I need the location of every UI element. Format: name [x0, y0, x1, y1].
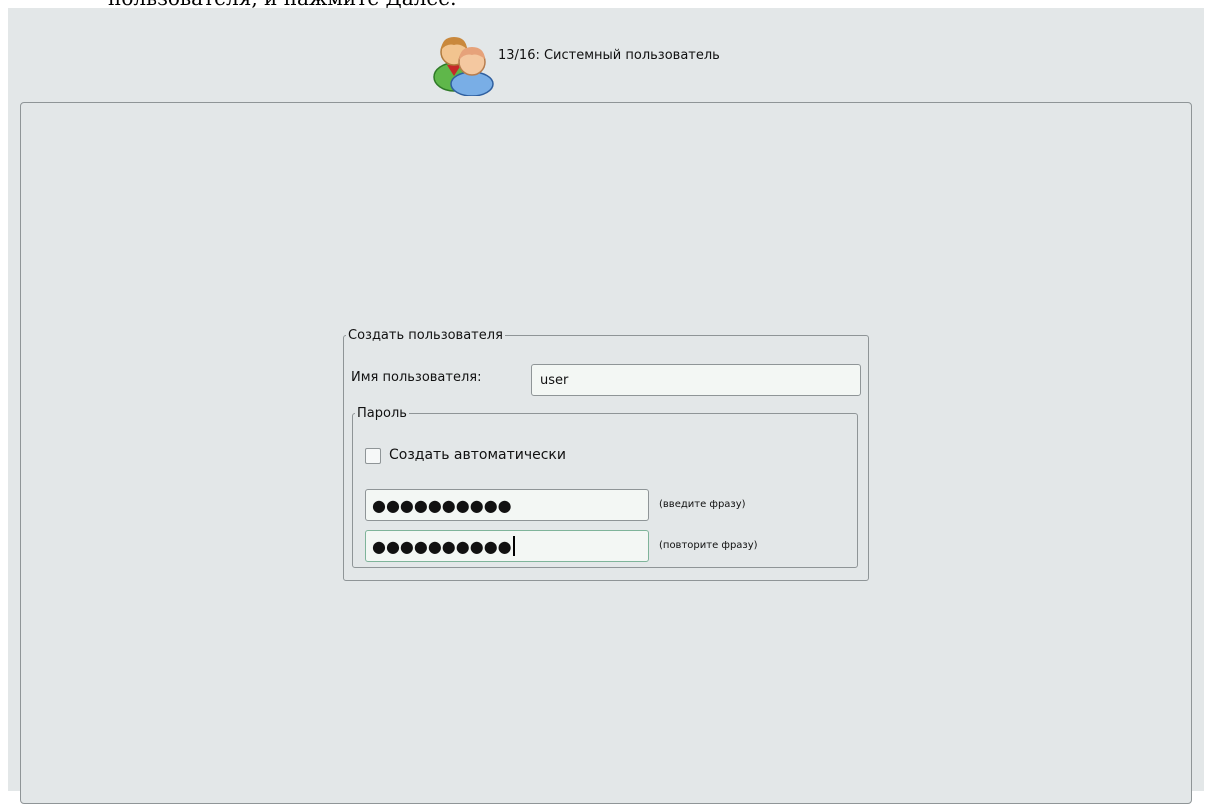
create-user-group: Создать пользователя Имя пользователя: П…: [343, 328, 869, 581]
password-legend: Пароль: [357, 406, 407, 421]
password-group: Пароль Создать автоматически ●●●●●●●●●● …: [352, 406, 858, 568]
password-mask: ●●●●●●●●●●: [372, 495, 512, 515]
step-header: 13/16: Системный пользователь: [8, 8, 1204, 102]
username-input[interactable]: [531, 364, 861, 396]
password-input[interactable]: ●●●●●●●●●●: [365, 489, 649, 521]
users-icon: [433, 37, 494, 96]
content-frame: Создать пользователя Имя пользователя: П…: [20, 102, 1192, 804]
username-label: Имя пользователя:: [351, 370, 482, 385]
auto-generate-label[interactable]: Создать автоматически: [389, 447, 566, 463]
create-user-legend: Создать пользователя: [348, 328, 503, 343]
password-confirm-mask: ●●●●●●●●●●: [372, 536, 512, 556]
password-hint: (введите фразу): [659, 499, 746, 510]
password-confirm-hint: (повторите фразу): [659, 540, 758, 551]
step-title: 13/16: Системный пользователь: [498, 48, 720, 63]
username-row: Имя пользователя:: [350, 363, 861, 396]
auto-generate-checkbox[interactable]: [365, 448, 381, 464]
installer-window: 13/16: Системный пользователь Создать по…: [8, 8, 1204, 804]
text-caret: [512, 536, 515, 556]
password-confirm-input[interactable]: ●●●●●●●●●●: [365, 530, 649, 562]
